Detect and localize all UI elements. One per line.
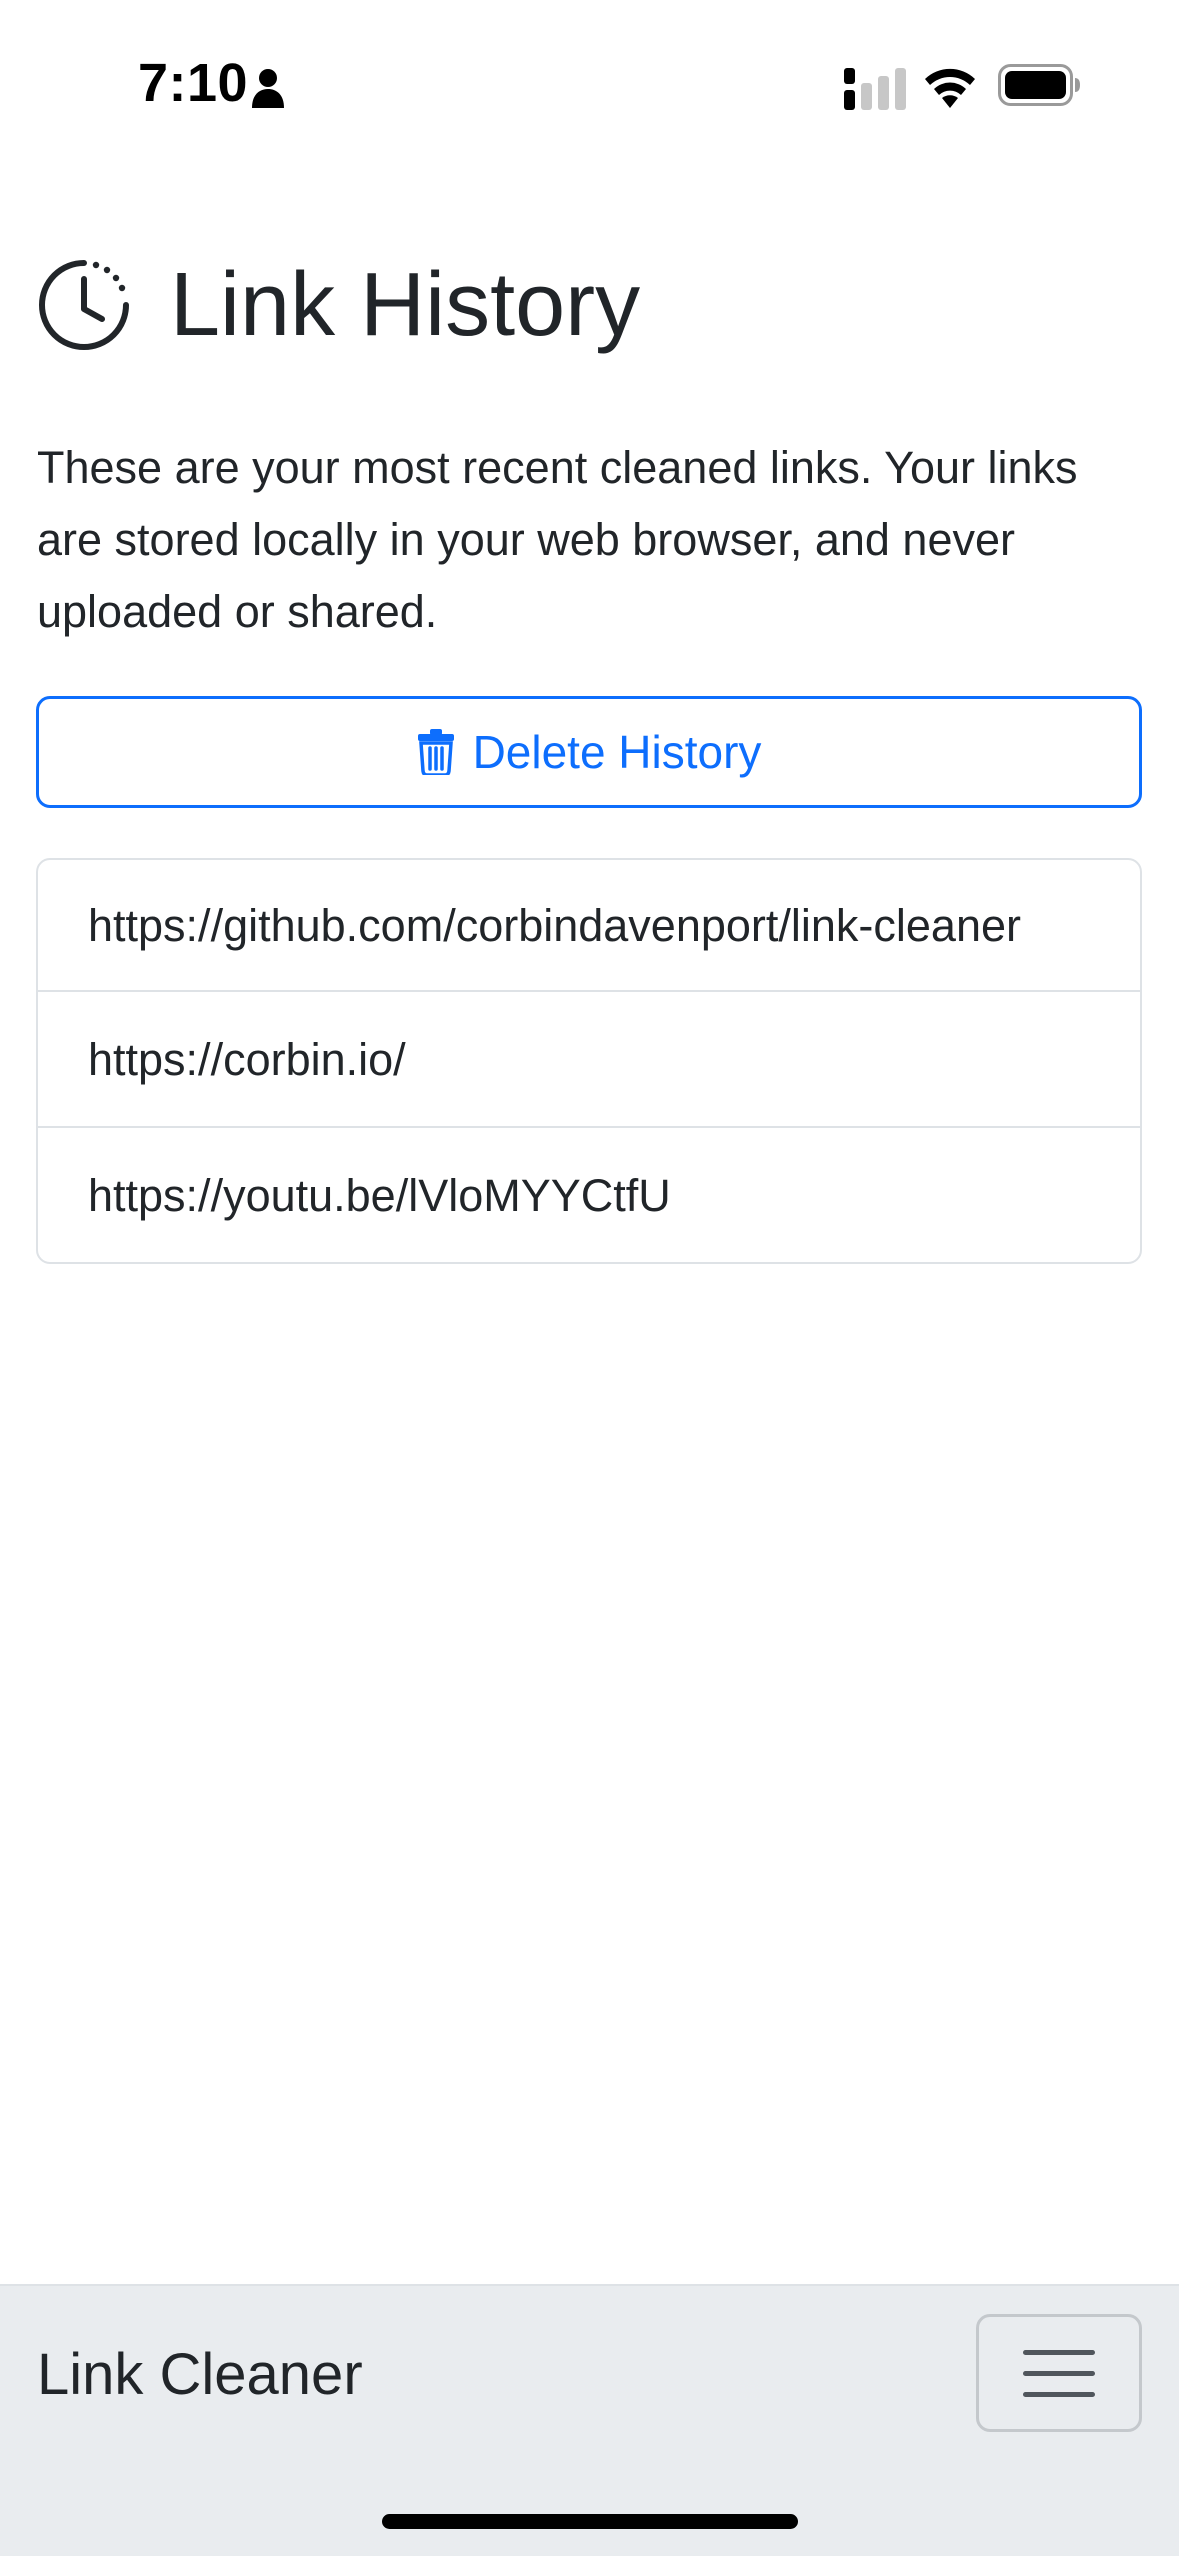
- history-item[interactable]: https://corbin.io/: [38, 992, 1140, 1128]
- status-bar: 7:10: [0, 0, 1179, 160]
- hamburger-icon: [1023, 2349, 1095, 2355]
- page-header: Link History: [36, 240, 640, 370]
- wifi-icon: [925, 68, 975, 108]
- hamburger-icon: [1023, 2391, 1095, 2397]
- status-time: 7:10: [138, 53, 249, 113]
- hamburger-icon: [1023, 2370, 1095, 2376]
- menu-toggle-button[interactable]: [976, 2314, 1142, 2432]
- battery-icon: [998, 64, 1080, 106]
- clock-history-icon: [39, 260, 129, 350]
- history-item[interactable]: https://youtu.be/lVloMYYCtfU: [38, 1128, 1140, 1262]
- page-title: Link History: [170, 255, 641, 355]
- delete-history-button[interactable]: Delete History: [36, 696, 1142, 808]
- cellular-signal-icon: [844, 68, 906, 110]
- home-indicator[interactable]: [382, 2514, 798, 2529]
- delete-history-label: Delete History: [472, 726, 762, 778]
- person-icon: [252, 69, 284, 108]
- trash-icon: [417, 729, 454, 775]
- history-item[interactable]: https://github.com/corbindavenport/link-…: [38, 860, 1140, 992]
- navbar-brand[interactable]: Link Cleaner: [37, 2346, 363, 2404]
- history-list: https://github.com/corbindavenport/link-…: [36, 858, 1142, 1264]
- intro-text: These are your most recent cleaned links…: [37, 442, 1078, 637]
